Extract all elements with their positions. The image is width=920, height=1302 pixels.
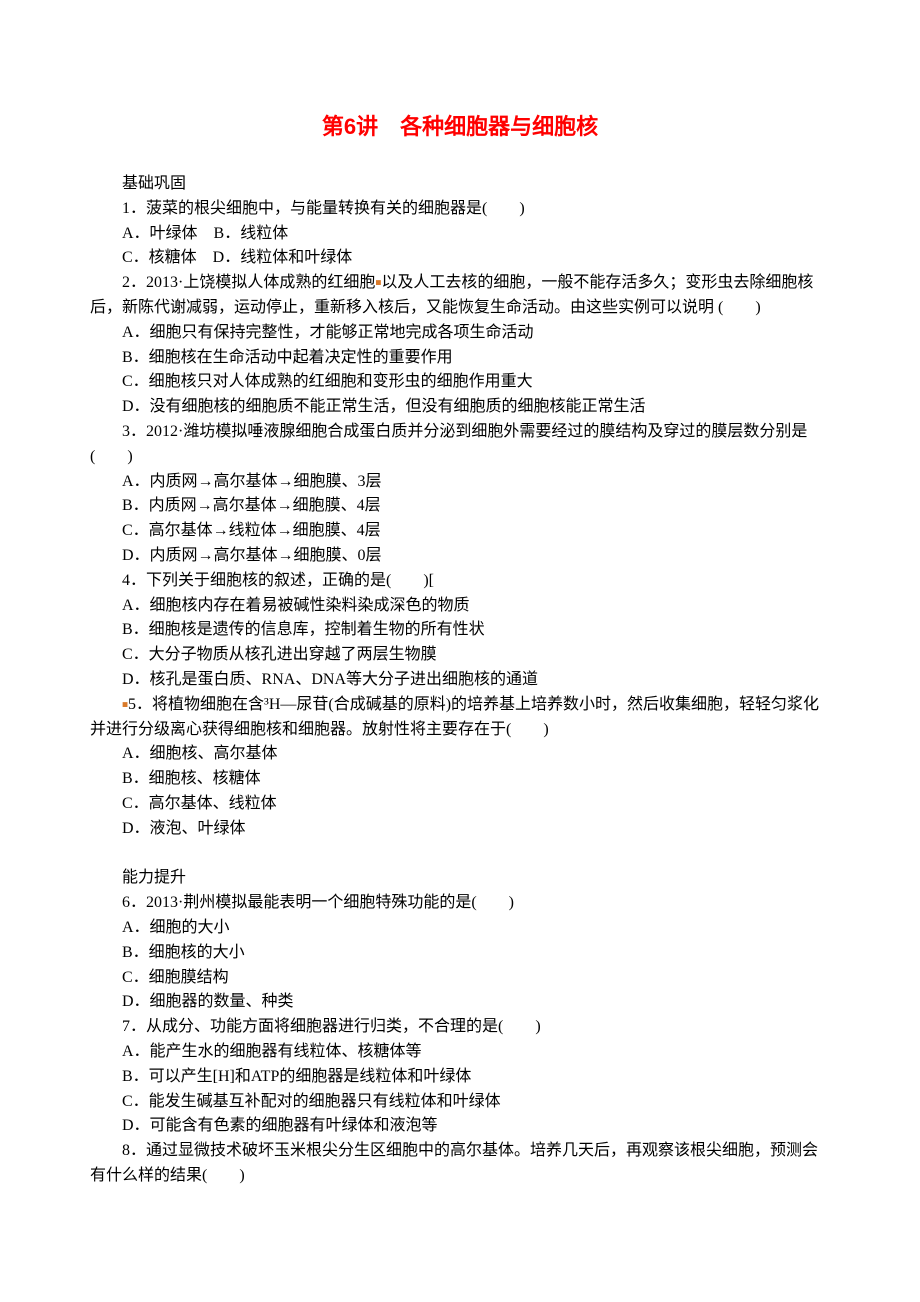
- q4-opt-c: C．大分子物质从核孔进出穿越了两层生物膜: [90, 643, 830, 668]
- q2-stem-a: 2．2013·上饶模拟人体成熟的红细胞: [122, 274, 375, 291]
- q2-opt-a: A．细胞只有保持完整性，才能够正常地完成各项生命活动: [90, 321, 830, 346]
- q6-opt-c: C．细胞膜结构: [90, 966, 830, 991]
- q5-opt-a: A．细胞核、高尔基体: [90, 742, 830, 767]
- q3-opt-c: C．高尔基体→线粒体→细胞膜、4层: [90, 519, 830, 544]
- q2-opt-c: C．细胞核只对人体成熟的红细胞和变形虫的细胞作用重大: [90, 370, 830, 395]
- q5-opt-c: C．高尔基体、线粒体: [90, 792, 830, 817]
- q4-opt-b: B．细胞核是遗传的信息库，控制着生物的所有性状: [90, 618, 830, 643]
- q3-opt-b: B．内质网→高尔基体→细胞膜、4层: [90, 494, 830, 519]
- q2-stem: 2．2013·上饶模拟人体成熟的红细胞■以及人工去核的细胞，一般不能存活多久；变…: [90, 271, 830, 321]
- q6-opt-a: A．细胞的大小: [90, 916, 830, 941]
- q4-opt-d: D．核孔是蛋白质、RNA、DNA等大分子进出细胞核的通道: [90, 668, 830, 693]
- q7-stem: 7．从成分、功能方面将细胞器进行归类，不合理的是( ): [90, 1015, 830, 1040]
- q5-opt-d: D．液泡、叶绿体: [90, 817, 830, 842]
- q7-opt-c: C．能发生碱基互补配对的细胞器只有线粒体和叶绿体: [90, 1090, 830, 1115]
- q6-stem: 6．2013·荆州模拟最能表明一个细胞特殊功能的是( ): [90, 891, 830, 916]
- q4-stem: 4．下列关于细胞核的叙述，正确的是( )[: [90, 569, 830, 594]
- q6-opt-d: D．细胞器的数量、种类: [90, 990, 830, 1015]
- q5-stem-text: ．将植物细胞在含³H—尿苷(合成碱基的原料)的培养基上培养数小时，然后收集细胞，…: [90, 696, 819, 738]
- q1-opt-ab: A．叶绿体 B．线粒体: [90, 222, 830, 247]
- q5-num: 5: [128, 696, 136, 713]
- q6-opt-b: B．细胞核的大小: [90, 941, 830, 966]
- q3-opt-d: D．内质网→高尔基体→细胞膜、0层: [90, 544, 830, 569]
- q5-opt-b: B．细胞核、核糖体: [90, 767, 830, 792]
- section-basic-heading: 基础巩固: [90, 172, 830, 197]
- blank-line: [90, 842, 830, 867]
- q3-opt-a: A．内质网→高尔基体→细胞膜、3层: [90, 470, 830, 495]
- q1-stem: 1．菠菜的根尖细胞中，与能量转换有关的细胞器是( ): [90, 197, 830, 222]
- q4-opt-a: A．细胞核内存在着易被碱性染料染成深色的物质: [90, 594, 830, 619]
- q3-stem: 3．2012·潍坊模拟唾液腺细胞合成蛋白质并分泌到细胞外需要经过的膜结构及穿过的…: [90, 420, 830, 470]
- q2-opt-b: B．细胞核在生命活动中起着决定性的重要作用: [90, 346, 830, 371]
- q7-opt-a: A．能产生水的细胞器有线粒体、核糖体等: [90, 1040, 830, 1065]
- q1-opt-cd: C．核糖体 D．线粒体和叶绿体: [90, 246, 830, 271]
- q2-opt-d: D．没有细胞核的细胞质不能正常生活，但没有细胞质的细胞核能正常生活: [90, 395, 830, 420]
- q7-opt-d: D．可能含有色素的细胞器有叶绿体和液泡等: [90, 1114, 830, 1139]
- page-title: 第6讲 各种细胞器与细胞核: [90, 110, 830, 144]
- q7-opt-b: B．可以产生[H]和ATP的细胞器是线粒体和叶绿体: [90, 1065, 830, 1090]
- q8-stem: 8．通过显微技术破坏玉米根尖分生区细胞中的高尔基体。培养几天后，再观察该根尖细胞…: [90, 1139, 830, 1189]
- section-ability-heading: 能力提升: [90, 866, 830, 891]
- q5-stem: ■5．将植物细胞在含³H—尿苷(合成碱基的原料)的培养基上培养数小时，然后收集细…: [90, 693, 830, 743]
